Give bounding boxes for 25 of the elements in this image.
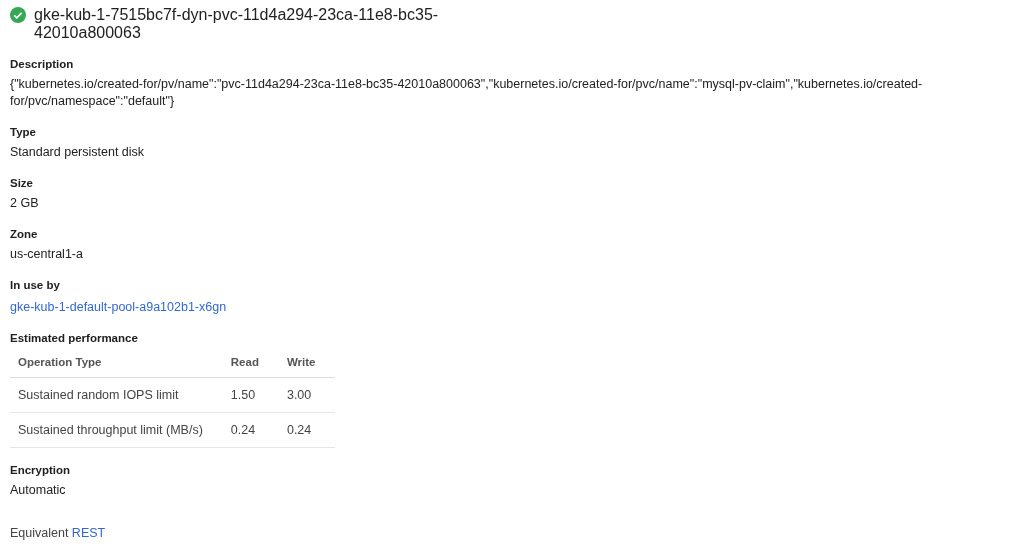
table-cell: 0.24 xyxy=(278,412,336,448)
field-label: Zone xyxy=(10,227,39,242)
instance-link[interactable]: gke-kub-1-default-pool-a9a102b1-x6gn xyxy=(10,300,227,314)
field-value: us-central1-a xyxy=(10,246,84,263)
table-cell: 0.24 xyxy=(222,412,279,448)
column-header: Read xyxy=(222,350,279,378)
field-label: Estimated performance xyxy=(10,331,139,346)
field-label: Description xyxy=(10,57,75,72)
table-cell: Sustained random IOPS limit xyxy=(10,377,223,413)
field-label: Size xyxy=(10,176,34,191)
table-cell: 3.00 xyxy=(278,377,336,413)
column-header: Write xyxy=(278,350,336,378)
disk-title: gke-kub-1-7515bc7f-dyn-pvc-11d4a294-23ca-11e8-bc35-42010a800063 xyxy=(34,6,440,42)
rest-link[interactable]: REST xyxy=(71,526,106,540)
column-header: Operation Type xyxy=(10,350,223,378)
table-cell: Sustained throughput limit (MB/s) xyxy=(10,412,223,448)
field-value: {"kubernetes.io/created-for/pv/name":"pvc-11d4a294-23ca-11e8-bc35-42010a800063","kubernetes.io/created-for/pvc/name":"mysql-pv-claim","kubernetes.io/created-for/pvc/namespace":"default"} xyxy=(10,76,924,110)
field-value: Automatic xyxy=(10,482,67,499)
equivalent-rest-text: Equivalent REST xyxy=(10,525,107,542)
field-value: Standard persistent disk xyxy=(10,144,146,161)
field-value: 2 GB xyxy=(10,195,40,212)
field-label: Type xyxy=(10,125,37,140)
field-label: In use by xyxy=(10,278,61,293)
table-cell: 1.50 xyxy=(222,377,279,413)
field-label: Encryption xyxy=(10,463,72,478)
